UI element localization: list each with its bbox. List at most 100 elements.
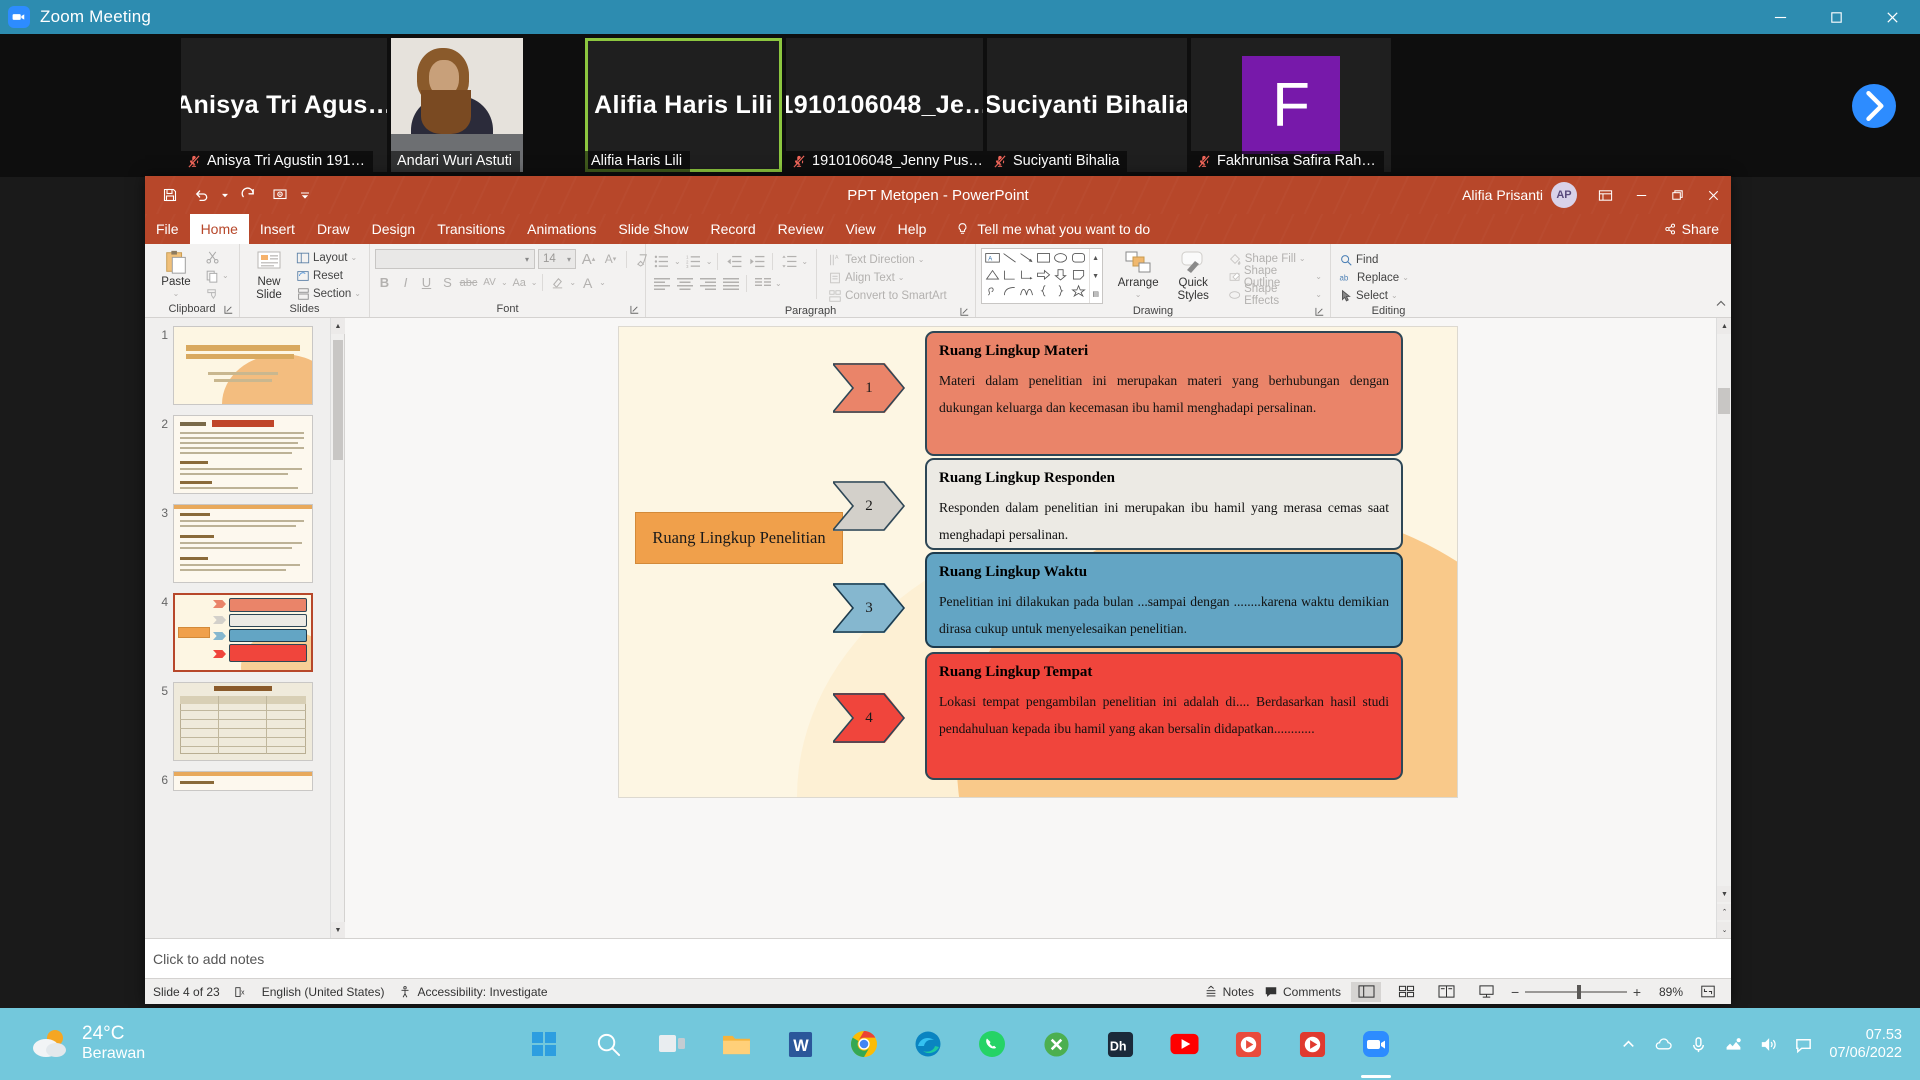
next-slide-icon[interactable]: ⌄: [1717, 922, 1731, 938]
left-brace-shape[interactable]: [1035, 284, 1052, 298]
strikethrough-button[interactable]: abc: [459, 273, 478, 292]
slide-counter[interactable]: Slide 4 of 23: [153, 985, 220, 999]
find-button[interactable]: Find: [1336, 251, 1412, 268]
paragraph-dialog-launcher[interactable]: [960, 307, 971, 318]
select-button[interactable]: Select ⌄: [1336, 287, 1412, 304]
justify-button[interactable]: [720, 274, 741, 293]
tab-home[interactable]: Home: [189, 214, 249, 244]
thumbnail-row-selected[interactable]: 4: [145, 593, 344, 672]
zoom-slider[interactable]: − +: [1511, 984, 1641, 1000]
bold-button[interactable]: B: [375, 273, 394, 292]
chevron-number-2[interactable]: 2: [833, 481, 905, 531]
tab-draw[interactable]: Draw: [306, 214, 361, 244]
zoom-in-button[interactable]: +: [1633, 984, 1641, 1000]
thumbnail-row[interactable]: 6: [145, 771, 344, 791]
increase-indent-button[interactable]: [746, 252, 767, 271]
text-direction-button[interactable]: A Text Direction ⌄: [825, 251, 950, 268]
thumbnail-row[interactable]: 5: [145, 682, 344, 761]
task-view-button[interactable]: [651, 1023, 693, 1065]
shapes-gallery[interactable]: A ▲ ▼ ▤: [981, 248, 1103, 304]
zoom-track[interactable]: [1525, 984, 1627, 999]
scroll-up-icon[interactable]: ▲: [1717, 318, 1731, 334]
slide-card-4[interactable]: Ruang Lingkup Tempat Lokasi tempat penga…: [925, 652, 1403, 780]
minimize-icon[interactable]: [1623, 176, 1659, 214]
grow-font-button[interactable]: A ▴: [579, 250, 598, 269]
cloud-icon[interactable]: [1654, 1035, 1673, 1054]
align-right-button[interactable]: [697, 274, 718, 293]
italic-button[interactable]: I: [396, 273, 415, 292]
slide-thumbnail[interactable]: [173, 504, 313, 583]
speaker-icon[interactable]: [1759, 1035, 1778, 1054]
text-shadow-button[interactable]: S: [438, 273, 457, 292]
slide-editing-area[interactable]: Ruang Lingkup Penelitian 1 Ruang Lingkup…: [345, 318, 1731, 938]
slide-thumbnail[interactable]: [173, 326, 313, 405]
notes-button[interactable]: Notes: [1204, 985, 1254, 999]
notification-icon[interactable]: [1794, 1035, 1813, 1054]
current-slide[interactable]: Ruang Lingkup Penelitian 1 Ruang Lingkup…: [618, 326, 1458, 798]
thumbnail-scrollbar[interactable]: ▲ ▼: [330, 318, 345, 938]
chevron-up-icon[interactable]: [1619, 1035, 1638, 1054]
chevron-number-3[interactable]: 3: [833, 583, 905, 633]
down-arrow-shape[interactable]: [1052, 268, 1069, 282]
reset-button[interactable]: Reset: [293, 267, 364, 284]
zoom-taskbar-button[interactable]: [1355, 1023, 1397, 1078]
thumbnail-row[interactable]: 1: [145, 326, 344, 405]
network-icon[interactable]: [1724, 1035, 1743, 1054]
more-shapes-icon[interactable]: ▤: [1090, 285, 1102, 303]
participant-tile[interactable]: Andari Wuri Astuti: [391, 38, 523, 172]
comments-button[interactable]: Comments: [1264, 985, 1341, 999]
rounded-rectangle-shape[interactable]: [1070, 251, 1087, 265]
star-shape[interactable]: [1070, 284, 1087, 298]
shape-effects-button[interactable]: Shape Effects ⌄: [1225, 283, 1325, 307]
file-explorer-button[interactable]: [715, 1023, 757, 1065]
slide-show-button[interactable]: [1471, 982, 1501, 1002]
participant-tile[interactable]: Suciyanti Bihalia Suciyanti Bihalia: [987, 38, 1187, 172]
participant-tile[interactable]: Anisya Tri Agus… Anisya Tri Agustin 191…: [181, 38, 387, 172]
media-player-button[interactable]: [1227, 1023, 1269, 1065]
decrease-indent-button[interactable]: [723, 252, 744, 271]
idm-button[interactable]: Dh: [1099, 1023, 1141, 1065]
collapse-ribbon-button[interactable]: [1715, 297, 1727, 315]
participant-tile[interactable]: F Fakhrunisa Safira Rah…: [1191, 38, 1391, 172]
tab-record[interactable]: Record: [699, 214, 766, 244]
shapes-gallery-scrollbar[interactable]: ▲ ▼ ▤: [1088, 249, 1102, 303]
right-brace-shape[interactable]: [1052, 284, 1069, 298]
align-text-button[interactable]: Align Text ⌄: [825, 269, 950, 286]
search-button[interactable]: [587, 1023, 629, 1065]
line-spacing-button[interactable]: [778, 252, 799, 271]
align-left-button[interactable]: [651, 274, 672, 293]
ribbon-display-options-icon[interactable]: [1587, 176, 1623, 214]
triangle-shape[interactable]: [984, 268, 1001, 282]
font-dialog-launcher[interactable]: [630, 305, 641, 316]
change-case-button[interactable]: Aa: [510, 273, 529, 292]
slide-main-label[interactable]: Ruang Lingkup Penelitian: [635, 512, 843, 564]
tab-view[interactable]: View: [835, 214, 887, 244]
scroll-up-icon[interactable]: ▲: [1090, 249, 1102, 267]
format-painter-button[interactable]: [202, 285, 232, 302]
scroll-down-icon[interactable]: ▼: [1090, 267, 1102, 285]
restore-icon[interactable]: [1659, 176, 1695, 214]
chevron-down-icon[interactable]: ▾: [563, 255, 575, 264]
copy-button[interactable]: ⌄: [202, 267, 232, 284]
thumbnail-row[interactable]: 2: [145, 415, 344, 494]
chevron-number-4[interactable]: 4: [833, 693, 905, 743]
text-highlight-button[interactable]: [548, 273, 567, 292]
slide-vertical-scrollbar[interactable]: ▲ ▼ ⌃ ⌄: [1716, 318, 1731, 938]
align-center-button[interactable]: [674, 274, 695, 293]
participant-tile[interactable]: 1910106048_Je… 1910106048_Jenny Pus…: [786, 38, 983, 172]
font-name-input[interactable]: ▾: [375, 249, 535, 269]
folded-corner-shape[interactable]: [1070, 268, 1087, 282]
oval-shape[interactable]: [1052, 251, 1069, 265]
layout-button[interactable]: Layout ⌄: [293, 249, 364, 266]
microphone-icon[interactable]: [1689, 1035, 1708, 1054]
slide-sorter-button[interactable]: [1391, 982, 1421, 1002]
slide-card-1[interactable]: Ruang Lingkup Materi Materi dalam peneli…: [925, 331, 1403, 456]
font-size-input[interactable]: 14 ▾: [538, 249, 576, 269]
scrollbar-thumb[interactable]: [1718, 388, 1730, 414]
tab-help[interactable]: Help: [887, 214, 938, 244]
scroll-down-icon[interactable]: ▼: [1717, 886, 1731, 902]
fit-to-window-button[interactable]: [1693, 982, 1723, 1002]
curve-shape[interactable]: [1001, 284, 1018, 298]
convert-to-smartart-button[interactable]: Convert to SmartArt: [825, 287, 950, 304]
arrange-button[interactable]: Arrange ⌄: [1111, 248, 1166, 299]
